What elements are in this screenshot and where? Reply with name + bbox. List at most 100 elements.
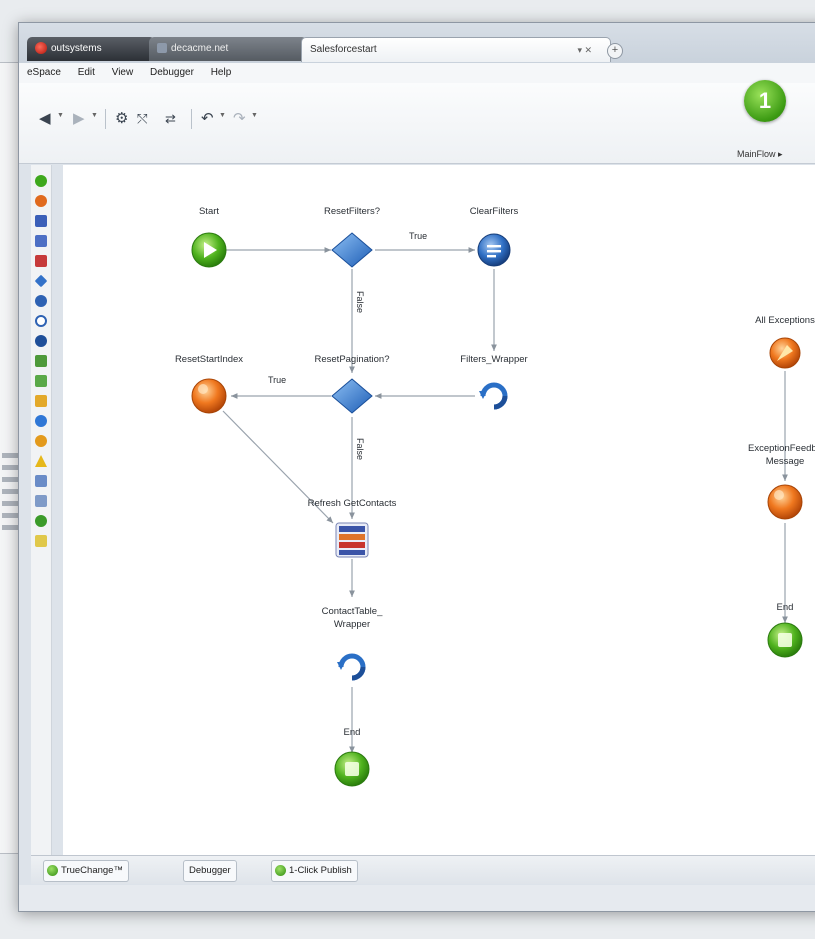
chevron-down-icon[interactable]: ▼ (251, 112, 258, 119)
flow-canvas[interactable]: True False True False Start ResetFilters… (63, 165, 815, 855)
download-tool-icon[interactable] (35, 395, 47, 407)
node-label: Filters_Wrapper (460, 354, 527, 365)
node-exception-end[interactable]: End (767, 602, 803, 658)
advanced-query-tool-icon[interactable] (35, 235, 47, 247)
outsystems-logo-icon (35, 42, 47, 55)
flow-connect-icon[interactable]: ⤲ (137, 109, 147, 129)
node-refresh-get-contacts[interactable]: Refresh GetContacts (308, 498, 397, 558)
switch-tool-icon[interactable] (35, 295, 47, 307)
toolbar-separator (105, 109, 106, 129)
tab-label: TrueChange™ (61, 865, 123, 876)
chevron-down-icon[interactable]: ▼ (91, 112, 98, 119)
execute-action-tool-icon[interactable] (35, 355, 47, 367)
node-label: Refresh GetContacts (308, 498, 397, 509)
node-label: ExceptionFeedba (748, 443, 815, 454)
edge-label-true: True (268, 375, 286, 385)
node-label: All Exceptions (755, 315, 815, 326)
service-studio-window: outsystems decacme.net Salesforcestart ▾… (18, 22, 815, 912)
node-reset-start-index[interactable]: ResetStartIndex (175, 354, 243, 414)
tab-1-click-publish[interactable]: 1-Click Publish (271, 860, 358, 882)
node-end[interactable]: End (334, 727, 370, 787)
tab-outsystems[interactable]: outsystems (27, 37, 155, 61)
refresh-tool-icon[interactable] (35, 415, 47, 427)
node-exception-feedback[interactable]: ExceptionFeedba Message (748, 443, 815, 520)
decision-diamond-icon (331, 378, 373, 414)
tab-debugger[interactable]: Debugger (183, 860, 237, 882)
if-tool-icon[interactable] (34, 274, 48, 288)
comment-tool-icon[interactable] (35, 495, 47, 507)
node-label: Message (766, 456, 805, 467)
undo-icon[interactable]: ↶ (201, 109, 214, 129)
toolbar-separator (191, 109, 192, 129)
node-label: ResetPagination? (315, 354, 390, 365)
destination-tool-icon[interactable] (35, 515, 47, 527)
node-all-exceptions[interactable]: All Exceptions (755, 315, 815, 369)
query-tool-icon[interactable] (35, 215, 47, 227)
tab-label: outsystems (51, 43, 102, 54)
tab-close-icon[interactable]: ▾ ✕ (577, 38, 592, 62)
json-tool-icon[interactable] (35, 475, 47, 487)
edge-label-true: True (409, 231, 427, 241)
edge-label-false: False (355, 291, 365, 313)
foreach-tool-icon[interactable] (35, 315, 47, 327)
record-list-tool-icon[interactable] (35, 255, 47, 267)
redo-icon[interactable]: ↷ (233, 109, 246, 129)
new-tab-button[interactable]: + (607, 43, 623, 59)
note-tool-icon[interactable] (35, 535, 47, 547)
node-reset-filters[interactable]: ResetFilters? (324, 206, 380, 268)
node-start[interactable]: Start (191, 206, 227, 268)
flow-split-icon[interactable]: ⇄ (165, 109, 176, 129)
navigate-tool-icon[interactable] (35, 375, 47, 387)
end-tool-icon[interactable] (35, 195, 47, 207)
raise-exception-tool-icon[interactable] (35, 455, 47, 467)
node-label: ContactTable_ (322, 606, 383, 617)
node-label: End (777, 602, 794, 613)
step-number-badge: 1 (744, 80, 786, 122)
message-icon (767, 484, 803, 520)
node-label: Start (199, 206, 219, 217)
node-label: Wrapper (334, 619, 370, 630)
node-filters-wrapper[interactable]: Filters_Wrapper (460, 354, 528, 410)
tab-bar: outsystems decacme.net Salesforcestart ▾… (19, 23, 815, 63)
tab-label: decacme.net (171, 43, 229, 54)
gear-icon[interactable]: ⚙ (115, 109, 128, 129)
menu-help[interactable]: Help (211, 63, 232, 83)
node-label: ResetFilters? (324, 206, 380, 217)
tool-palette (31, 165, 52, 855)
menu-edit[interactable]: Edit (78, 63, 95, 83)
assign-tool-icon[interactable] (35, 335, 47, 347)
action-flow-diagram: True False True False Start ResetFilters… (175, 206, 815, 787)
toolbar: ◀ ▼ ▶ ▼ ⚙ ⤲ ⇄ ↶ ▼ ↷ ▼ (19, 83, 815, 164)
tab-environment[interactable]: decacme.net (149, 37, 307, 61)
node-label: ClearFilters (470, 206, 519, 217)
tab-label: Debugger (189, 865, 231, 876)
chevron-down-icon[interactable]: ▼ (219, 112, 226, 119)
tab-espace[interactable]: Salesforcestart ▾ ✕ (301, 37, 611, 62)
server-icon (157, 43, 167, 54)
menu-bar: eSpace Edit View Debugger Help (19, 63, 815, 83)
chevron-down-icon[interactable]: ▼ (57, 112, 64, 119)
tab-label: Salesforcestart (310, 44, 377, 55)
menu-espace[interactable]: eSpace (27, 63, 61, 83)
message-tool-icon[interactable] (35, 435, 47, 447)
node-contact-table-wrapper[interactable]: ContactTable_ Wrapper (322, 606, 383, 681)
flow-name-label: MainFlow ▸ (737, 149, 783, 159)
node-label: End (344, 727, 361, 738)
check-icon (47, 864, 58, 876)
node-reset-pagination[interactable]: ResetPagination? (315, 354, 390, 414)
decision-diamond-icon (331, 232, 373, 268)
edge-label-false: False (355, 438, 365, 460)
flow-connectors (209, 247, 788, 753)
tab-label: 1-Click Publish (289, 865, 352, 876)
bottom-tab-bar: TrueChange™ Debugger 1-Click Publish (31, 855, 815, 884)
node-clear-filters[interactable]: ClearFilters (470, 206, 519, 267)
node-label: ResetStartIndex (175, 354, 243, 365)
menu-view[interactable]: View (112, 63, 134, 83)
back-arrow-icon[interactable]: ◀ (39, 109, 51, 129)
menu-debugger[interactable]: Debugger (150, 63, 194, 83)
forward-arrow-icon[interactable]: ▶ (73, 109, 85, 129)
assign-orange-icon (191, 378, 227, 414)
tab-truechange[interactable]: TrueChange™ (43, 860, 129, 882)
window-footer (19, 885, 815, 911)
start-tool-icon[interactable] (35, 175, 47, 187)
